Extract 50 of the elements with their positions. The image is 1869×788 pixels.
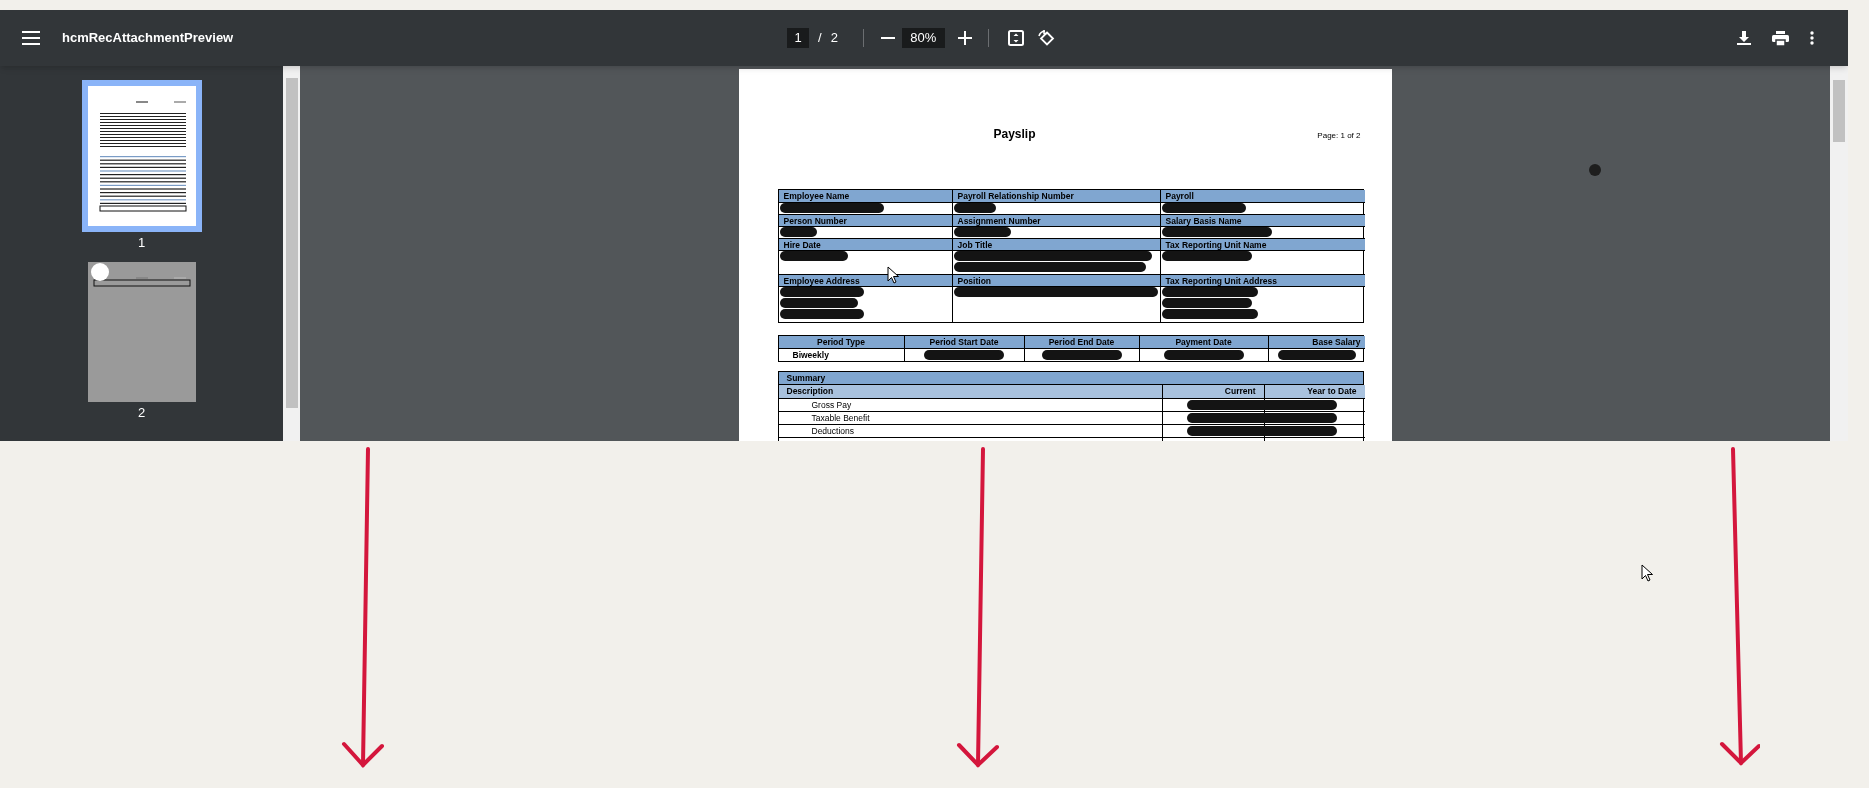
section-title: Summary: [778, 372, 1363, 385]
dot-mark: [1589, 164, 1601, 176]
zoom-field[interactable]: 80%: [901, 28, 945, 48]
field-label: Assignment Number: [952, 214, 1161, 226]
scrollbar-thumb[interactable]: [1833, 80, 1845, 142]
column-header: Current: [1162, 385, 1265, 398]
table-cell: Gross Pay: [778, 398, 1163, 411]
page-thumbnail[interactable]: [81, 80, 202, 232]
field-label: Payroll Relationship Number: [952, 190, 1161, 202]
field-label: Payroll: [1160, 190, 1365, 202]
scrollbar-thumb[interactable]: [285, 78, 298, 408]
field-label: Hire Date: [778, 238, 953, 250]
page-count: 2: [830, 29, 838, 48]
column-header: Period Start Date: [904, 336, 1025, 348]
column-header: Payment Date: [1139, 336, 1269, 348]
mouse-pointer-icon: [1641, 564, 1653, 582]
column-header: Year to Date: [1264, 385, 1365, 398]
mouse-pointer-icon: [887, 266, 899, 284]
page-number-label: 1: [137, 236, 146, 250]
scrollbar[interactable]: [1830, 66, 1848, 441]
table-cell: Taxable Benefit: [778, 411, 1163, 424]
zoom-in-icon[interactable]: [957, 31, 972, 45]
download-icon[interactable]: [1737, 31, 1751, 45]
document-heading: Payslip: [993, 126, 1036, 143]
field-label: Salary Basis Name: [1160, 214, 1365, 226]
column-header: Base Salary: [1268, 336, 1365, 348]
more-options-icon[interactable]: [1810, 31, 1814, 45]
fit-page-icon[interactable]: [1007, 30, 1024, 46]
field-label: Job Title: [952, 238, 1161, 250]
field-label: Person Number: [778, 214, 953, 226]
rotate-icon[interactable]: [1037, 29, 1055, 47]
table-cell: Deductions: [778, 424, 1163, 437]
page-thumbnail[interactable]: [87, 262, 196, 402]
page-number-label: 2: [137, 406, 146, 420]
menu-icon[interactable]: [22, 31, 40, 45]
scrollbar[interactable]: [283, 66, 300, 441]
field-label: Employee Address: [778, 274, 953, 286]
page-separator: /: [818, 29, 822, 48]
table-cell-text: Biweekly: [791, 348, 829, 362]
field-label: Position: [952, 274, 1161, 286]
field-label: Tax Reporting Unit Address: [1160, 274, 1365, 286]
field-label: Tax Reporting Unit Name: [1160, 238, 1365, 250]
column-header: Period End Date: [1024, 336, 1140, 348]
page-label: Page: 1 of 2: [1317, 130, 1361, 142]
column-header: Period Type: [778, 336, 905, 348]
column-header: Description: [778, 385, 1163, 398]
field-label: Employee Name: [778, 190, 953, 202]
document-title: hcmRecAttachmentPreview: [62, 29, 234, 48]
page-number-field[interactable]: 1: [787, 28, 809, 48]
print-icon[interactable]: [1772, 30, 1789, 46]
